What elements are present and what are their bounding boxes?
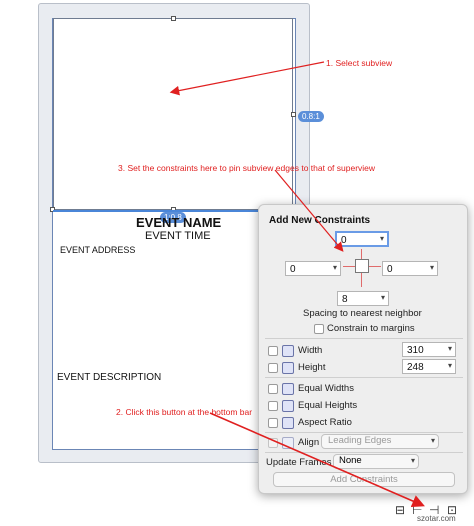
annotation-set-constraints: 3. Set the constraints here to pin subvi… [118,163,376,173]
arrow-select-subview [169,61,325,96]
arrow-set-constraints [274,169,344,252]
annotation-arrows [169,61,425,508]
annotation-click-button: 2. Click this button at the bottom bar [116,407,253,417]
arrow-bottom-bar [209,412,425,508]
annotation-select-subview: 1. Select subview [326,58,393,68]
